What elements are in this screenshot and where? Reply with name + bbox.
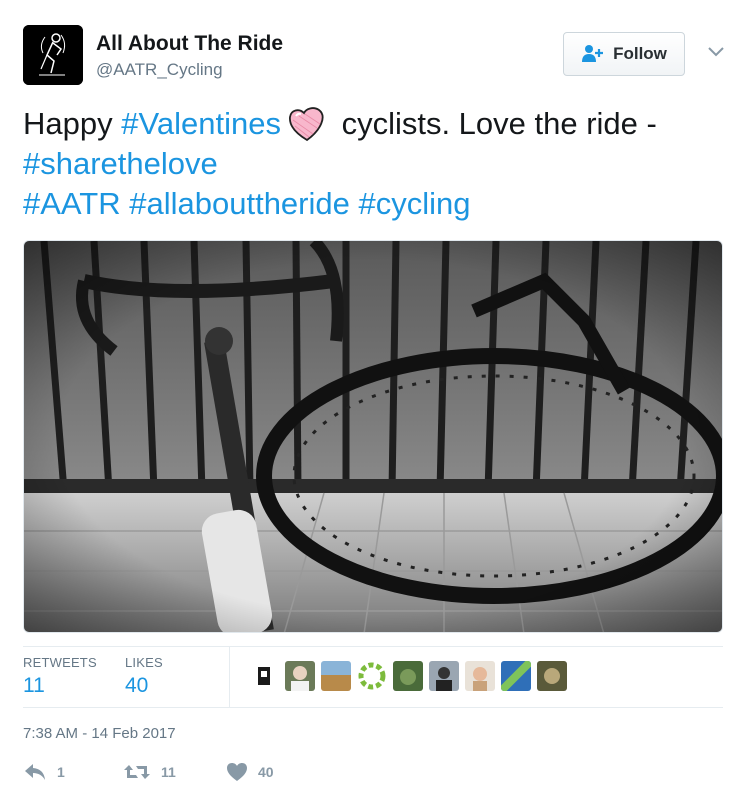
tweet-text-segment: cyclists. Love the ride - (332, 106, 657, 141)
retweets-count[interactable]: 11 (23, 674, 97, 698)
like-button[interactable]: 40 (226, 762, 274, 782)
tweet-header: All About The Ride @AATR_Cycling Follow (0, 0, 746, 100)
follow-label: Follow (613, 44, 667, 63)
likes-label: LIKES (125, 655, 163, 670)
retweets-stat[interactable]: RETWEETS 11 (23, 655, 97, 698)
reply-icon (25, 764, 45, 780)
reply-count: 1 (57, 764, 65, 780)
reply-button[interactable]: 1 (23, 762, 65, 782)
heart-emoji-icon (289, 107, 324, 142)
engagement-stats: RETWEETS 11 LIKES 40 (23, 646, 723, 708)
tweet-line-1: Happy #Valentines cyclists. Love the rid… (23, 104, 723, 144)
liker-avatar[interactable] (321, 661, 351, 691)
tweet-photo[interactable] (23, 240, 723, 633)
heart-icon (227, 763, 247, 781)
hashtag-link[interactable]: #sharethelove (23, 146, 218, 181)
liker-avatar[interactable] (465, 661, 495, 691)
liker-avatars (249, 661, 567, 691)
avatar[interactable] (23, 25, 83, 85)
username-handle[interactable]: @AATR_Cycling (96, 60, 223, 80)
tweet-line-2: #sharethelove (23, 144, 723, 184)
retweet-count: 11 (161, 764, 176, 780)
add-user-icon (582, 45, 604, 62)
liker-avatar[interactable] (285, 661, 315, 691)
liker-avatar[interactable] (393, 661, 423, 691)
retweet-icon (124, 765, 150, 779)
tweet-timestamp[interactable]: 7:38 AM - 14 Feb 2017 (23, 725, 176, 742)
tweet-text: Happy #Valentines cyclists. Love the rid… (23, 104, 723, 224)
hashtag-link[interactable]: #allabouttheride (129, 186, 350, 221)
retweets-label: RETWEETS (23, 655, 97, 670)
stats-divider (229, 647, 230, 707)
chevron-down-icon[interactable] (704, 40, 728, 64)
tweet-text-segment: Happy (23, 106, 122, 141)
likes-count[interactable]: 40 (125, 674, 163, 698)
hashtag-link[interactable]: #cycling (359, 186, 471, 221)
retweet-button[interactable]: 11 (123, 762, 176, 782)
cyclist-logo-icon (23, 25, 83, 85)
liker-avatar[interactable] (537, 661, 567, 691)
liker-avatar[interactable] (249, 661, 279, 691)
like-count: 40 (258, 764, 274, 780)
bicycle-shadow-photo (24, 241, 722, 632)
tweet-line-3: #AATR #allabouttheride #cycling (23, 184, 723, 224)
liker-avatar[interactable] (429, 661, 459, 691)
hashtag-link[interactable]: #AATR (23, 186, 121, 221)
follow-button[interactable]: Follow (563, 32, 685, 76)
liker-avatar[interactable] (501, 661, 531, 691)
display-name[interactable]: All About The Ride (96, 32, 283, 56)
liker-avatar[interactable] (357, 661, 387, 691)
likes-stat[interactable]: LIKES 40 (125, 655, 163, 698)
hashtag-link[interactable]: #Valentines (121, 106, 281, 141)
